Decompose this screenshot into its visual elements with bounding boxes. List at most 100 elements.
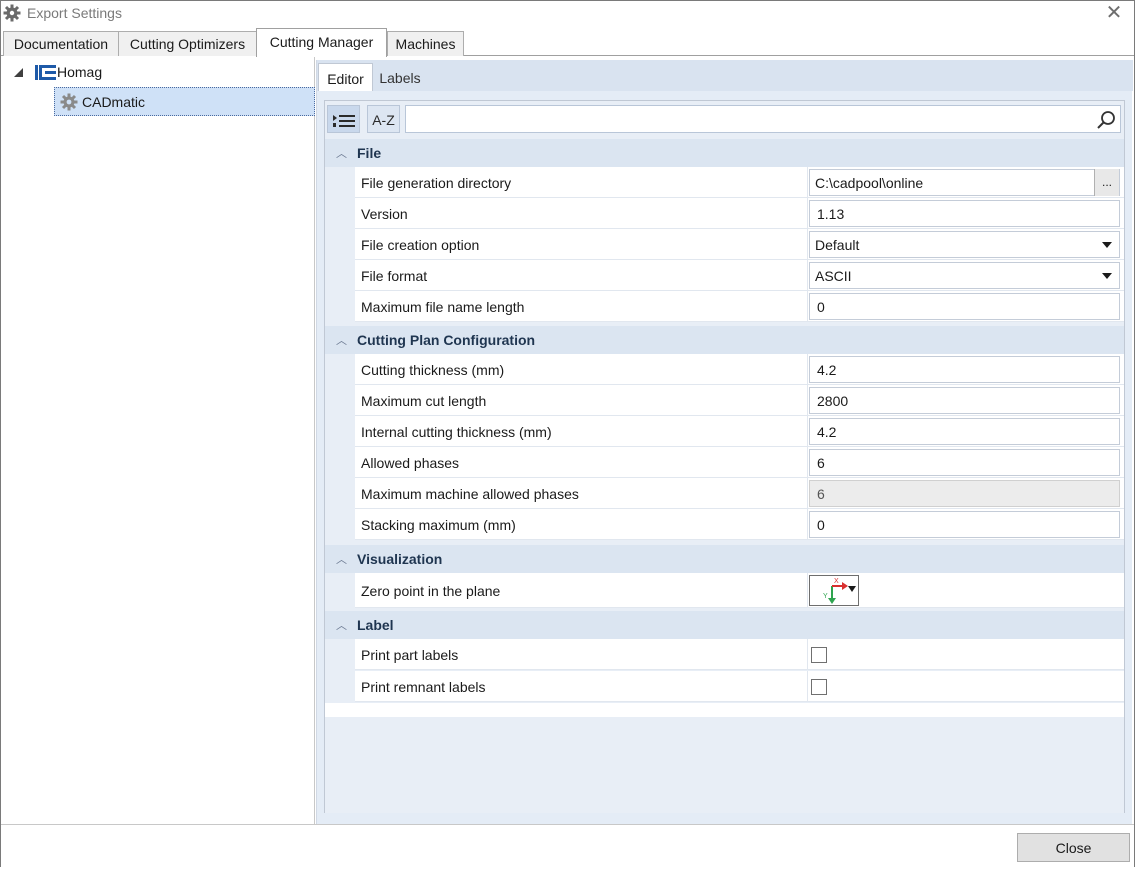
property-grid: A-Z ︿ File File generation directory C:\… xyxy=(324,100,1125,813)
file-creation-option-dropdown[interactable]: Default xyxy=(809,231,1120,258)
search-input[interactable] xyxy=(410,109,1090,129)
stacking-maximum-field[interactable]: 0 xyxy=(809,511,1120,538)
property-row: Maximum cut length 2800 xyxy=(355,385,1124,416)
category-visualization[interactable]: ︿ Visualization xyxy=(325,545,1124,573)
browse-button[interactable]: ... xyxy=(1094,169,1119,196)
allowed-phases-field[interactable]: 6 xyxy=(809,449,1120,476)
property-value: ASCII xyxy=(815,268,852,284)
maximum-machine-allowed-phases-field: 6 xyxy=(809,480,1120,507)
collapse-chevron-icon[interactable]: ︿ xyxy=(336,551,347,567)
property-value: Default xyxy=(815,237,860,253)
search-icon[interactable] xyxy=(1096,110,1116,130)
gear-icon xyxy=(3,4,21,22)
property-name: Maximum file name length xyxy=(361,299,525,315)
category-cutting-plan-configuration[interactable]: ︿ Cutting Plan Configuration xyxy=(325,326,1124,354)
y-axis-label: Y xyxy=(823,593,828,600)
settings-panel: Editor Labels A-Z ︿ File File generation… xyxy=(316,60,1133,824)
property-row: Maximum file name length 0 xyxy=(355,291,1124,322)
grid-end-strip xyxy=(325,703,1124,717)
category-file[interactable]: ︿ File xyxy=(325,139,1124,167)
dialog-footer: Close xyxy=(1,824,1134,867)
file-generation-directory-field[interactable]: C:\cadpool\online ... xyxy=(809,169,1120,196)
property-name: Print remnant labels xyxy=(361,679,486,695)
export-settings-window: Export Settings ✕ Documentation Cutting … xyxy=(0,0,1135,867)
property-search[interactable] xyxy=(405,105,1121,133)
dropdown-arrow-icon[interactable] xyxy=(1102,242,1112,248)
tab-machines[interactable]: Machines xyxy=(387,31,464,56)
alphabetical-sort-button[interactable]: A-Z xyxy=(367,105,400,133)
tab-labels[interactable]: Labels xyxy=(373,63,427,91)
category-label: Label xyxy=(357,617,394,633)
category-label-section[interactable]: ︿ Label xyxy=(325,611,1124,639)
x-axis-label: X xyxy=(834,578,839,585)
zero-point-dropdown[interactable]: X Y xyxy=(809,575,859,606)
column-divider xyxy=(807,671,808,702)
property-grid-toolbar: A-Z xyxy=(325,101,1124,138)
top-tab-strip: Documentation Cutting Optimizers Cutting… xyxy=(1,28,1134,57)
property-value: C:\cadpool\online xyxy=(815,175,924,191)
description-area xyxy=(325,717,1124,813)
print-part-labels-checkbox[interactable] xyxy=(811,647,827,663)
property-name: File creation option xyxy=(361,237,480,253)
cutting-thickness-field[interactable]: 4.2 xyxy=(809,356,1120,383)
property-row: Internal cutting thickness (mm) 4.2 xyxy=(355,416,1124,447)
tab-editor[interactable]: Editor xyxy=(318,63,373,91)
property-name: Cutting thickness (mm) xyxy=(361,362,505,378)
tree-item-homag[interactable]: Homag xyxy=(57,64,102,80)
tab-cutting-manager[interactable]: Cutting Manager xyxy=(256,28,387,57)
row-gutter xyxy=(325,354,355,542)
column-divider xyxy=(807,198,808,229)
gear-icon xyxy=(60,93,78,111)
dropdown-arrow-icon[interactable] xyxy=(1102,273,1112,279)
column-divider xyxy=(807,385,808,416)
property-name: File format xyxy=(361,268,428,284)
tab-cutting-optimizers[interactable]: Cutting Optimizers xyxy=(118,31,257,56)
version-field[interactable]: 1.13 xyxy=(809,200,1120,227)
category-label: File xyxy=(357,145,382,161)
property-row: Print part labels xyxy=(355,639,1124,670)
zero-point-axes-icon: X Y xyxy=(823,578,856,604)
property-row: Allowed phases 6 xyxy=(355,447,1124,478)
property-row: Print remnant labels xyxy=(355,671,1124,702)
category-label: Visualization xyxy=(357,551,443,567)
tree-item-label: CADmatic xyxy=(82,94,146,110)
internal-cutting-thickness-field[interactable]: 4.2 xyxy=(809,418,1120,445)
collapse-chevron-icon[interactable]: ︿ xyxy=(336,332,347,348)
homag-logo-icon xyxy=(35,65,56,80)
column-divider xyxy=(807,416,808,447)
title-bar: Export Settings ✕ xyxy=(1,1,1134,28)
property-name: Print part labels xyxy=(361,647,459,663)
column-divider xyxy=(807,260,808,291)
property-name: Zero point in the plane xyxy=(361,583,501,599)
tab-documentation[interactable]: Documentation xyxy=(3,31,119,56)
property-name: Maximum machine allowed phases xyxy=(361,486,579,502)
close-button[interactable]: Close xyxy=(1017,833,1130,862)
column-divider xyxy=(807,478,808,509)
collapse-chevron-icon[interactable]: ︿ xyxy=(336,617,347,633)
categorized-list-icon xyxy=(332,115,355,127)
categorized-view-button[interactable] xyxy=(327,105,360,133)
property-row: Cutting thickness (mm) 4.2 xyxy=(355,354,1124,385)
machine-tree: Homag CADmatic xyxy=(2,57,315,825)
property-row: File creation option Default xyxy=(355,229,1124,260)
expand-collapse-icon[interactable] xyxy=(14,68,23,77)
property-name: Internal cutting thickness (mm) xyxy=(361,424,552,440)
property-row: File generation directory C:\cadpool\onl… xyxy=(355,167,1124,198)
property-row: Zero point in the plane X Y xyxy=(355,573,1124,608)
property-row: Stacking maximum (mm) 0 xyxy=(355,509,1124,540)
property-row: Maximum machine allowed phases 6 xyxy=(355,478,1124,509)
column-divider xyxy=(807,167,808,198)
close-icon[interactable]: ✕ xyxy=(1104,3,1124,23)
collapse-chevron-icon[interactable]: ︿ xyxy=(336,145,347,161)
inner-tab-strip: Editor Labels xyxy=(317,60,1133,91)
maximum-cut-length-field[interactable]: 2800 xyxy=(809,387,1120,414)
property-name: Version xyxy=(361,206,408,222)
file-format-dropdown[interactable]: ASCII xyxy=(809,262,1120,289)
column-divider xyxy=(807,291,808,322)
maximum-file-name-length-field[interactable]: 0 xyxy=(809,293,1120,320)
column-divider xyxy=(807,573,808,608)
print-remnant-labels-checkbox[interactable] xyxy=(811,679,827,695)
category-label: Cutting Plan Configuration xyxy=(357,332,536,348)
column-divider xyxy=(807,229,808,260)
tree-item-cadmatic[interactable]: CADmatic xyxy=(54,87,315,116)
